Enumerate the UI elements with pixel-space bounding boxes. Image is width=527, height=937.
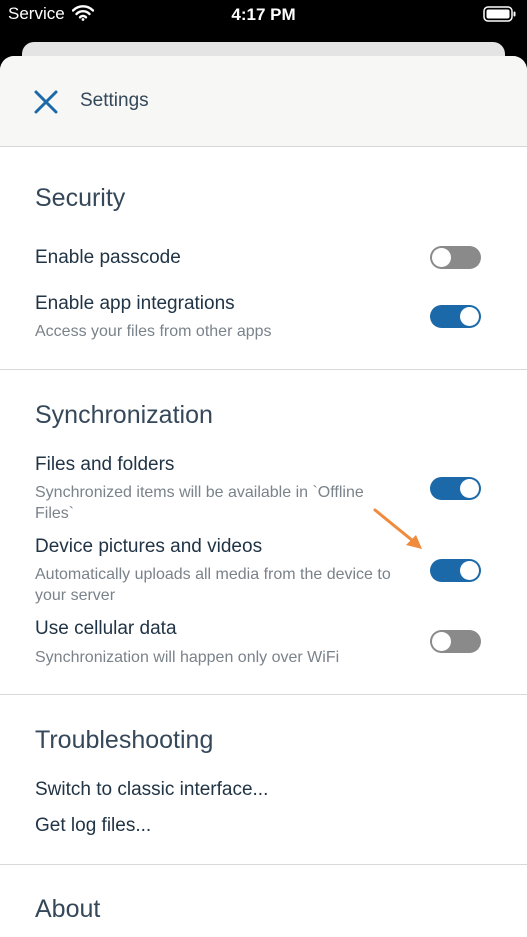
close-icon <box>34 90 58 114</box>
settings-sheet: Settings Security Enable passcode Enable… <box>0 56 527 937</box>
files-folders-toggle[interactable] <box>430 477 481 500</box>
status-bar: Service 4:17 PM <box>0 0 527 32</box>
cellular-data-subtitle: Synchronization will happen only over Wi… <box>35 649 340 666</box>
close-button[interactable] <box>32 88 60 116</box>
enable-passcode-toggle[interactable] <box>430 246 481 269</box>
files-folders-label: Files and folders <box>35 454 175 475</box>
cellular-data-label: Use cellular data <box>35 618 177 639</box>
battery-icon <box>483 6 517 27</box>
enable-passcode-label: Enable passcode <box>35 247 181 268</box>
cellular-data-toggle[interactable] <box>430 630 481 653</box>
divider <box>0 864 527 865</box>
app-integrations-toggle[interactable] <box>430 305 481 328</box>
section-title-synchronization: Synchronization <box>35 401 213 429</box>
app-integrations-label: Enable app integrations <box>35 293 235 314</box>
section-title-troubleshooting: Troubleshooting <box>35 726 214 754</box>
divider <box>0 369 527 370</box>
device-media-toggle[interactable] <box>430 559 481 582</box>
section-title-about: About <box>35 895 101 923</box>
page-title: Settings <box>80 90 149 111</box>
switch-classic-interface-link[interactable]: Switch to classic interface... <box>35 779 268 801</box>
section-title-security: Security <box>35 184 126 212</box>
app-integrations-subtitle: Access your files from other apps <box>35 323 272 340</box>
divider <box>0 694 527 695</box>
get-log-files-link[interactable]: Get log files... <box>35 815 151 837</box>
annotation-arrow-icon <box>373 508 422 549</box>
device-media-label: Device pictures and videos <box>35 536 263 557</box>
header: Settings <box>0 56 527 147</box>
clock: 4:17 PM <box>231 5 296 24</box>
device-media-subtitle: Automatically uploads all media from the… <box>35 566 391 604</box>
files-folders-subtitle: Synchronized items will be available in … <box>35 484 364 522</box>
